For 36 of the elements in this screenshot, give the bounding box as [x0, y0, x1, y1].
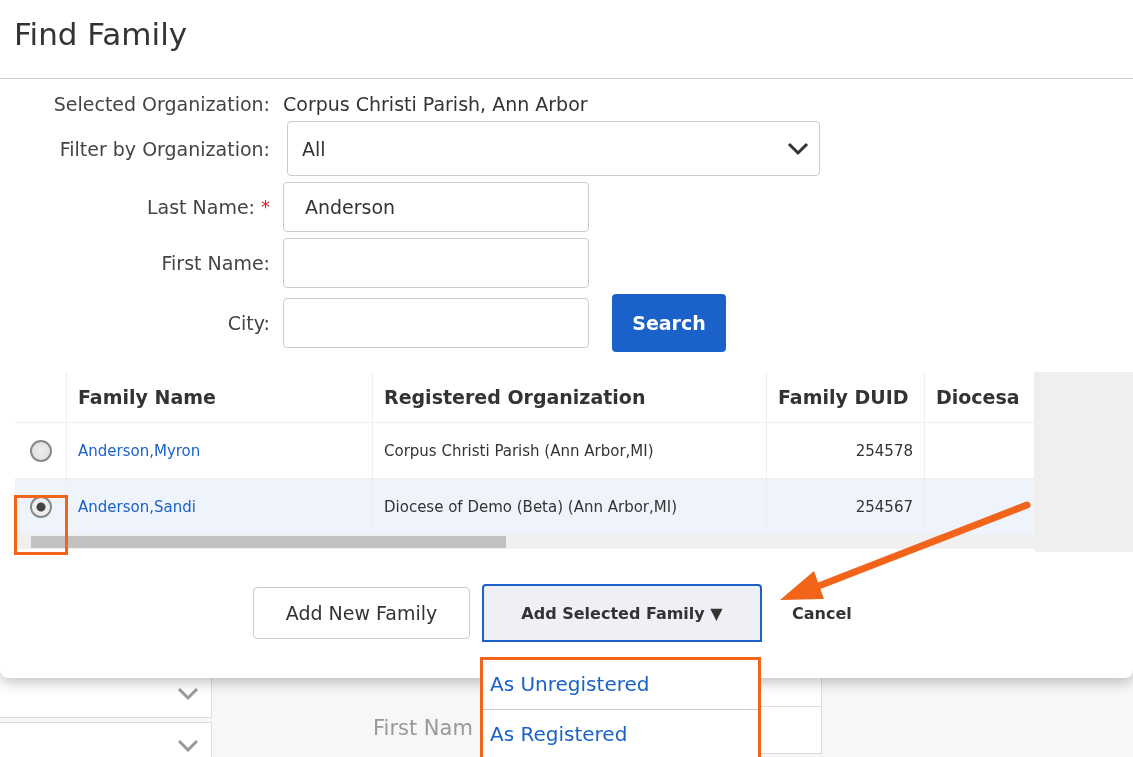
radio-button[interactable] [29, 439, 52, 462]
table-cell: Corpus Christi Parish (Ann Arbor,MI) [384, 441, 654, 460]
family-link[interactable]: Anderson,Myron [78, 441, 201, 460]
table-cell: 254578 [855, 441, 913, 460]
field-label: Filter by Organization: [58, 137, 270, 160]
add-selected-family-button[interactable]: Add Selected Family ▼ [482, 584, 762, 642]
field-label: City: [226, 312, 270, 334]
menu-item[interactable]: As Registered [483, 710, 758, 757]
table-cell: 254567 [855, 497, 913, 516]
cancel-button[interactable]: Cancel [792, 603, 852, 623]
input-field[interactable] [283, 298, 589, 348]
chevron-down-icon [177, 687, 199, 701]
organization-select[interactable]: All [287, 121, 820, 176]
search-button[interactable]: Search [612, 294, 726, 352]
background-select-field[interactable] [0, 722, 212, 757]
selected-organization: Corpus Christi Parish, Ann Arbor [283, 93, 588, 115]
column-header: Diocesa [936, 386, 1020, 408]
field-label: Last Name: * [145, 196, 270, 218]
chevron-down-icon [787, 141, 809, 156]
table-cell: Diocese of Demo (Beta) (Ann Arbor,MI) [384, 497, 677, 516]
menu-item[interactable]: As Unregistered [483, 660, 758, 710]
input-field[interactable] [283, 238, 589, 288]
column-header: Family DUID [778, 386, 909, 408]
column-header: Registered Organization [384, 386, 646, 408]
highlight-frame [14, 495, 68, 555]
field-label: Selected Organization: [52, 93, 270, 115]
column-header: Family Name [78, 386, 216, 408]
background-label: First Nam [373, 716, 473, 740]
dialog-title: Find Family [0, 0, 1133, 79]
input-field[interactable]: Anderson [283, 182, 589, 232]
field-label: First Name: [160, 252, 270, 274]
family-link[interactable]: Anderson,Sandi [78, 497, 196, 516]
required-mark: * [261, 196, 270, 217]
chevron-down-icon [177, 739, 199, 753]
add-new-family-button[interactable]: Add New Family [253, 587, 470, 639]
horizontal-scrollbar[interactable] [15, 535, 1035, 549]
